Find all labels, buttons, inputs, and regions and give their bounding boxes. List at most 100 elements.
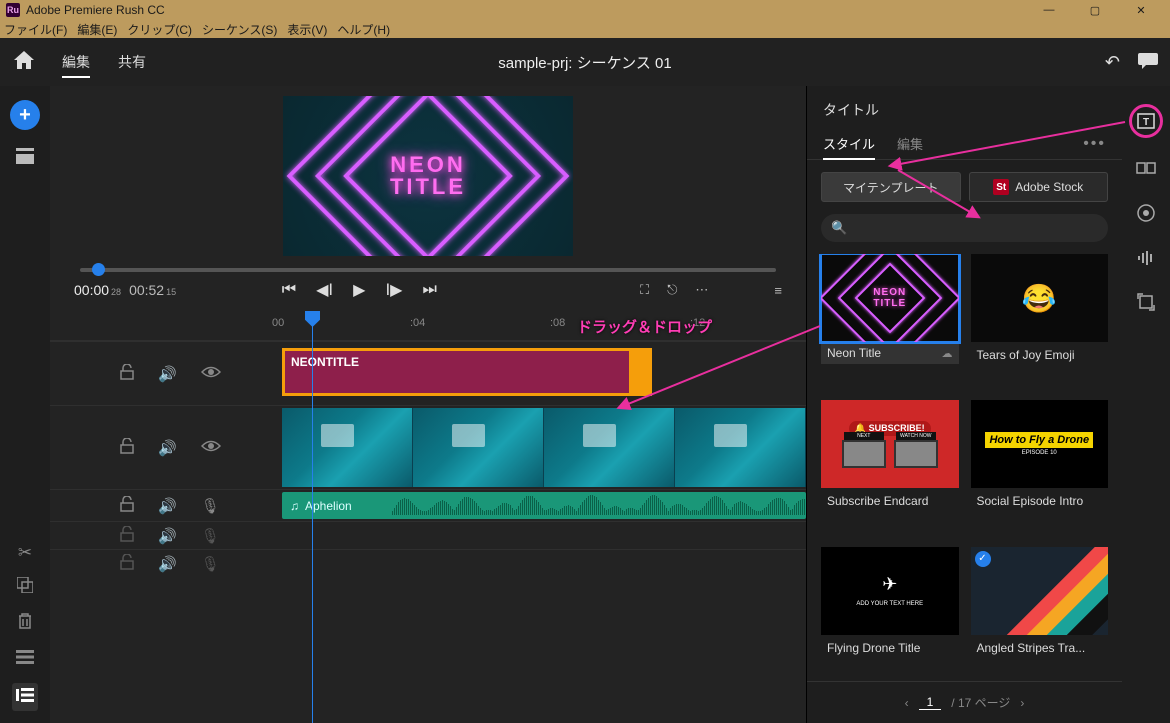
- app-name: Adobe Premiere Rush CC: [26, 3, 1026, 17]
- lock-icon[interactable]: [120, 554, 134, 574]
- play-icon[interactable]: ▶: [353, 280, 365, 300]
- go-start-icon[interactable]: ⏮: [282, 281, 296, 299]
- track-controls-icon[interactable]: [12, 683, 38, 711]
- template-neon-title[interactable]: NEONTITLE Neon Title☁: [821, 254, 959, 388]
- visibility-icon[interactable]: [201, 365, 221, 383]
- search-templates[interactable]: 🔍: [821, 214, 1108, 242]
- mute-icon[interactable]: 🔊: [158, 365, 177, 383]
- mode-edit[interactable]: 編集: [48, 38, 104, 86]
- title-clip[interactable]: NEONTITLE: [282, 348, 652, 396]
- track-video: 🔊: [50, 405, 806, 489]
- add-media-button[interactable]: +: [10, 100, 40, 130]
- video-clip[interactable]: [282, 406, 806, 489]
- timeline-area: 00 :04 :08 :12 :16 🔊: [50, 311, 806, 723]
- template-social-episode[interactable]: How to Fly a Drone EPISODE 10 Social Epi…: [971, 400, 1109, 534]
- titles-panel-icon[interactable]: T: [1129, 104, 1163, 138]
- right-tools: T: [1122, 86, 1170, 723]
- close-button[interactable]: ✕: [1118, 0, 1164, 20]
- lock-icon[interactable]: [120, 438, 134, 458]
- lock-icon[interactable]: [120, 526, 134, 546]
- scrubber-handle[interactable]: [92, 263, 105, 276]
- annotation-drag-drop: ドラッグ＆ドロップ: [577, 316, 712, 337]
- project-title: sample-prj: シーケンス 01: [498, 52, 671, 73]
- trash-icon[interactable]: [17, 612, 33, 635]
- title-bar: Ru Adobe Premiere Rush CC — ▢ ✕: [0, 0, 1170, 20]
- pager-prev[interactable]: ‹: [905, 696, 909, 710]
- minimize-button[interactable]: —: [1026, 0, 1072, 20]
- menu-file[interactable]: ファイル(F): [4, 21, 67, 38]
- stock-badge-icon: St: [993, 179, 1009, 195]
- lock-icon[interactable]: [120, 496, 134, 516]
- mute-icon[interactable]: 🔊: [158, 527, 177, 545]
- duplicate-icon[interactable]: [17, 577, 33, 598]
- pager-current: 1: [919, 695, 942, 710]
- mute-icon[interactable]: 🔊: [158, 555, 177, 573]
- fullscreen-icon[interactable]: ⛶: [640, 282, 649, 298]
- menu-view[interactable]: 表示(V): [287, 21, 327, 38]
- center-area: NEON TITLE 00:0028 00:5215 ⏮ ◀Ⅰ ▶ Ⅰ▶ ⏭ ⛶: [50, 86, 806, 723]
- template-tears-of-joy[interactable]: 😂 Tears of Joy Emoji: [971, 254, 1109, 388]
- cloud-icon: ☁: [942, 347, 953, 360]
- timeline-options-icon[interactable]: ≡: [774, 283, 782, 298]
- template-angled-stripes[interactable]: ✓ Angled Stripes Tra...: [971, 547, 1109, 681]
- transform-icon[interactable]: [1137, 293, 1155, 316]
- color-icon[interactable]: [1136, 203, 1156, 228]
- export-icon[interactable]: ⎋: [667, 282, 677, 298]
- music-note-icon: ♫: [290, 499, 299, 513]
- my-templates-button[interactable]: マイテンプレート: [821, 172, 961, 202]
- app-icon: Ru: [6, 3, 20, 17]
- home-icon[interactable]: [0, 51, 48, 74]
- comment-icon[interactable]: [1138, 51, 1158, 74]
- tab-edit-title[interactable]: 編集: [897, 128, 923, 159]
- track-audio-3: 🔊 🎙: [50, 549, 806, 577]
- menu-edit[interactable]: 編集(E): [77, 21, 117, 38]
- voiceover-icon[interactable]: 🎙: [201, 527, 220, 545]
- mode-share[interactable]: 共有: [104, 38, 160, 86]
- track-audio-2: 🔊 🎙: [50, 521, 806, 549]
- playhead[interactable]: [312, 311, 313, 723]
- template-flying-drone[interactable]: ✈ ADD YOUR TEXT HERE Flying Drone Title: [821, 547, 959, 681]
- menu-sequence[interactable]: シーケンス(S): [202, 21, 277, 38]
- preview-frame[interactable]: NEON TITLE: [283, 96, 573, 256]
- preview-scrubber[interactable]: [80, 268, 776, 272]
- maximize-button[interactable]: ▢: [1072, 0, 1118, 20]
- undo-icon[interactable]: ↶: [1105, 52, 1120, 73]
- audio-panel-icon[interactable]: [1136, 250, 1156, 271]
- go-end-icon[interactable]: ⏭: [422, 281, 436, 299]
- svg-text:T: T: [1143, 117, 1149, 128]
- menu-help[interactable]: ヘルプ(H): [337, 21, 390, 38]
- search-icon: 🔍: [831, 220, 847, 236]
- expand-tracks-icon[interactable]: [16, 649, 34, 669]
- audio-clip[interactable]: ♫ Aphelion: [282, 490, 806, 521]
- pager-next[interactable]: ›: [1020, 696, 1024, 710]
- track-audio-1: 🔊 🎙 ♫ Aphelion: [50, 489, 806, 521]
- voiceover-icon[interactable]: 🎙: [201, 555, 220, 573]
- track-title: 🔊 NEONTITLE: [50, 341, 806, 405]
- preview-title-text: NEON TITLE: [390, 154, 466, 198]
- template-subscribe-endcard[interactable]: 🔔 SUBSCRIBE! Subscribe Endcard: [821, 400, 959, 534]
- pager-total: / 17 ページ: [951, 694, 1010, 711]
- player-more-icon[interactable]: ⋯: [695, 282, 708, 298]
- scissors-icon[interactable]: ✂: [18, 543, 32, 563]
- project-panel-icon[interactable]: [16, 148, 34, 169]
- check-badge-icon: ✓: [975, 551, 991, 567]
- transitions-icon[interactable]: [1136, 160, 1156, 181]
- mute-icon[interactable]: 🔊: [158, 439, 177, 457]
- voiceover-icon[interactable]: 🎙: [201, 497, 220, 515]
- left-tools: + ✂: [0, 86, 50, 723]
- adobe-stock-button[interactable]: St Adobe Stock: [969, 172, 1109, 202]
- step-back-icon[interactable]: ◀Ⅰ: [316, 280, 333, 300]
- app-body: + ✂ NE: [0, 86, 1170, 723]
- playback-row: 00:0028 00:5215 ⏮ ◀Ⅰ ▶ Ⅰ▶ ⏭ ⛶ ⎋ ⋯ ≡: [50, 272, 806, 304]
- mute-icon[interactable]: 🔊: [158, 497, 177, 515]
- menu-bar: ファイル(F) 編集(E) クリップ(C) シーケンス(S) 表示(V) ヘルプ…: [0, 20, 1170, 38]
- menu-clip[interactable]: クリップ(C): [127, 21, 192, 38]
- tab-style[interactable]: スタイル: [823, 128, 875, 159]
- visibility-icon[interactable]: [201, 439, 221, 457]
- template-pager: ‹ 1 / 17 ページ ›: [807, 681, 1122, 723]
- right-panel: タイトル スタイル 編集 ••• マイテンプレート St Adobe Stock…: [806, 86, 1122, 723]
- panel-more-icon[interactable]: •••: [1083, 135, 1106, 153]
- lock-icon[interactable]: [120, 364, 134, 384]
- panel-title: タイトル: [807, 86, 1122, 128]
- step-fwd-icon[interactable]: Ⅰ▶: [385, 280, 402, 300]
